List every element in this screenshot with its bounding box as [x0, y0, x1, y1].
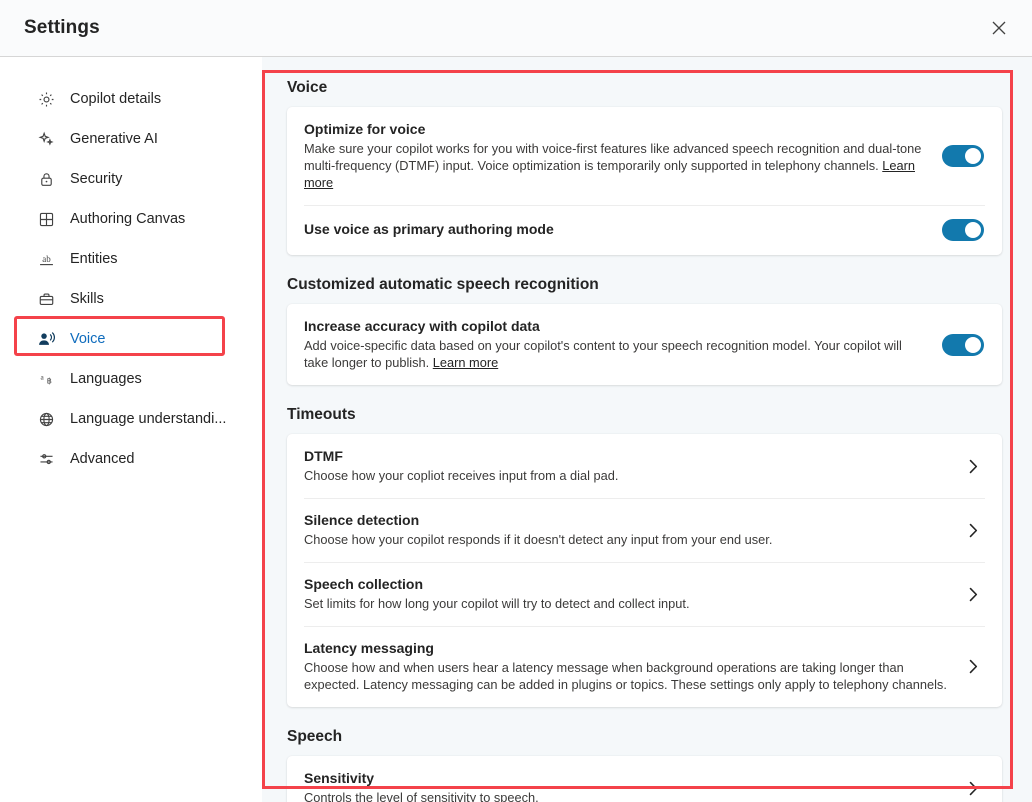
toggle-switch[interactable] [942, 145, 984, 167]
globe-brain-icon [36, 409, 56, 429]
section-heading-voice: Voice [287, 79, 1010, 97]
settings-card: Sensitivity Controls the level of sensiti… [287, 756, 1002, 802]
dialog-body: Copilot details Generative AI Security Auth… [0, 57, 1032, 802]
close-icon [992, 21, 1006, 35]
sidebar-item-copilot-details[interactable]: Copilot details [14, 79, 248, 119]
sidebar-item-security[interactable]: Security [14, 159, 248, 199]
toggle-knob [965, 337, 981, 353]
setting-row-title: Optimize for voice [304, 121, 922, 137]
setting-row-description-text: Set limits for how long your copilot wil… [304, 596, 690, 611]
sidebar-item-label: Copilot details [70, 91, 161, 107]
setting-row-description-text: Controls the level of sensitivity to spe… [304, 790, 539, 802]
setting-row-speech-collection[interactable]: Speech collection Set limits for how long… [287, 562, 1002, 626]
sidebar-item-label: Authoring Canvas [70, 211, 185, 227]
setting-row-use-voice-as-primary-authoring-mode: Use voice as primary authoring mode [287, 205, 1002, 255]
sidebar-item-entities[interactable]: ab Entities [14, 239, 248, 279]
setting-row-description: Choose how your copliot receives input f… [304, 467, 950, 484]
setting-row-text: Silence detection Choose how your copilot… [304, 512, 962, 548]
sidebar-item-label: Voice [70, 331, 105, 347]
sidebar-item-language-understandi[interactable]: Language understandi... [14, 399, 248, 439]
svg-text:a: a [40, 372, 44, 381]
setting-row-dtmf[interactable]: DTMF Choose how your copliot receives inp… [287, 434, 1002, 498]
settings-sidebar: Copilot details Generative AI Security Auth… [0, 57, 262, 802]
chevron-right-icon[interactable] [962, 656, 984, 678]
settings-card: Increase accuracy with copilot data Add v… [287, 304, 1002, 385]
setting-row-description: Add voice-specific data based on your co… [304, 337, 922, 371]
dialog-header: Settings [0, 0, 1032, 57]
sidebar-item-advanced[interactable]: Advanced [14, 439, 248, 479]
sidebar-item-label: Skills [70, 291, 104, 307]
svg-text:ab: ab [42, 253, 51, 263]
sidebar-item-skills[interactable]: Skills [14, 279, 248, 319]
setting-row-text: DTMF Choose how your copliot receives inp… [304, 448, 962, 484]
setting-row-text: Increase accuracy with copilot data Add v… [304, 318, 934, 371]
toggle-switch[interactable] [942, 334, 984, 356]
setting-row-description: Make sure your copilot works for you wit… [304, 140, 922, 191]
sidebar-item-voice[interactable]: Voice [14, 319, 248, 359]
setting-row-title: Latency messaging [304, 640, 950, 656]
ab-icon: ab [36, 249, 56, 269]
setting-row-title: Silence detection [304, 512, 950, 528]
setting-row-text: Sensitivity Controls the level of sensiti… [304, 770, 962, 802]
setting-row-description-text: Choose how your copilot responds if it d… [304, 532, 772, 547]
setting-row-description: Set limits for how long your copilot wil… [304, 595, 950, 612]
chevron-right-icon[interactable] [962, 519, 984, 541]
setting-row-title: Sensitivity [304, 770, 950, 786]
setting-row-description-text: Choose how and when users hear a latency… [304, 660, 947, 692]
setting-row-silence-detection[interactable]: Silence detection Choose how your copilot… [287, 498, 1002, 562]
setting-row-title: Increase accuracy with copilot data [304, 318, 922, 334]
setting-row-description-text: Add voice-specific data based on your co… [304, 338, 902, 370]
setting-row-title: DTMF [304, 448, 950, 464]
sidebar-item-label: Advanced [70, 451, 135, 467]
setting-row-description-text: Choose how your copliot receives input f… [304, 468, 618, 483]
sidebar-item-label: Entities [70, 251, 118, 267]
person-voice-icon [36, 329, 56, 349]
toggle-knob [965, 222, 981, 238]
setting-row-description: Choose how and when users hear a latency… [304, 659, 950, 693]
sidebar-item-label: Generative AI [70, 131, 158, 147]
setting-row-description: Controls the level of sensitivity to spe… [304, 789, 950, 802]
svg-text:฿: ฿ [46, 376, 51, 385]
setting-row-text: Optimize for voice Make sure your copilot… [304, 121, 934, 191]
setting-row-description-text: Make sure your copilot works for you wit… [304, 141, 921, 173]
chevron-right-icon[interactable] [962, 777, 984, 799]
sidebar-item-label: Languages [70, 371, 142, 387]
sliders-icon [36, 449, 56, 469]
chevron-right-icon[interactable] [962, 583, 984, 605]
sidebar-item-label: Language understandi... [70, 411, 226, 427]
settings-card: Optimize for voice Make sure your copilot… [287, 107, 1002, 255]
sidebar-item-languages[interactable]: a฿ Languages [14, 359, 248, 399]
setting-row-title: Speech collection [304, 576, 950, 592]
briefcase-icon [36, 289, 56, 309]
translate-icon: a฿ [36, 369, 56, 389]
setting-row-sensitivity[interactable]: Sensitivity Controls the level of sensiti… [287, 756, 1002, 802]
gear-icon [36, 89, 56, 109]
toggle-knob [965, 148, 981, 164]
sparkle-icon [36, 129, 56, 149]
setting-row-latency-messaging[interactable]: Latency messaging Choose how and when use… [287, 626, 1002, 707]
sidebar-item-generative-ai[interactable]: Generative AI [14, 119, 248, 159]
setting-row-increase-accuracy-with-copilot-data: Increase accuracy with copilot data Add v… [287, 304, 1002, 385]
close-button[interactable] [984, 13, 1014, 43]
setting-row-text: Latency messaging Choose how and when use… [304, 640, 962, 693]
settings-content: Voice Optimize for voice Make sure your co… [262, 57, 1032, 802]
setting-row-text: Use voice as primary authoring mode [304, 221, 934, 240]
learn-more-link[interactable]: Learn more [433, 355, 498, 370]
sidebar-item-label: Security [70, 171, 122, 187]
chevron-right-icon[interactable] [962, 455, 984, 477]
settings-card: DTMF Choose how your copliot receives inp… [287, 434, 1002, 707]
setting-row-text: Speech collection Set limits for how long… [304, 576, 962, 612]
setting-row-optimize-for-voice: Optimize for voice Make sure your copilot… [287, 107, 1002, 205]
page-title: Settings [24, 17, 100, 39]
toggle-switch[interactable] [942, 219, 984, 241]
setting-row-description: Choose how your copilot responds if it d… [304, 531, 950, 548]
lock-icon [36, 169, 56, 189]
grid-icon [36, 209, 56, 229]
setting-row-title: Use voice as primary authoring mode [304, 221, 922, 237]
section-heading-speech: Speech [287, 728, 1010, 746]
section-heading-timeouts: Timeouts [287, 406, 1010, 424]
sidebar-item-authoring-canvas[interactable]: Authoring Canvas [14, 199, 248, 239]
section-heading-customized-automatic-speech-recognition: Customized automatic speech recognition [287, 276, 1010, 294]
